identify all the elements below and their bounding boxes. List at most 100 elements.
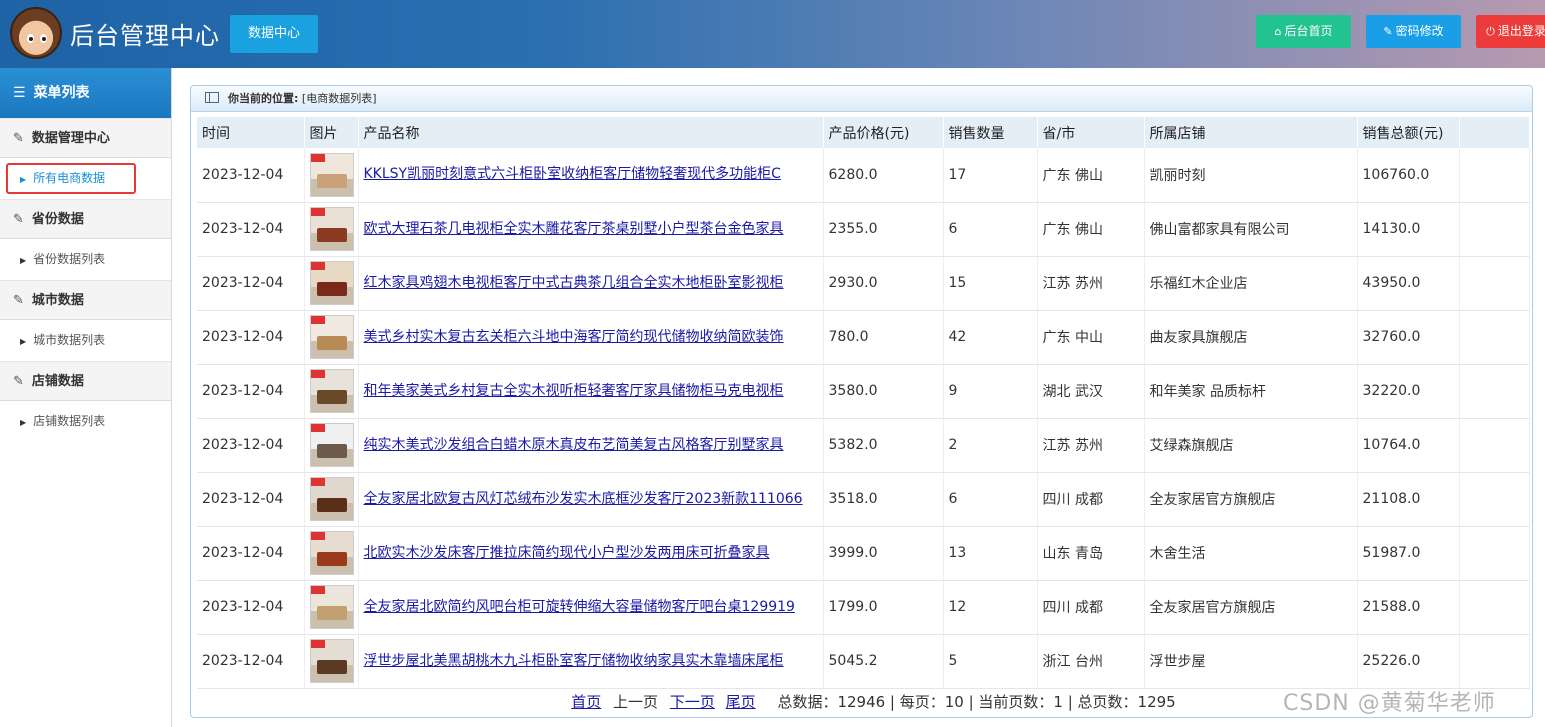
cell-name: 纯实木美式沙发组合白蜡木原木真皮布艺简美复古风格客厅别墅家具 (358, 418, 824, 473)
table-row: 2023-12-04 纯实木美式沙发组合白蜡木原木真皮布艺简美复古风格客厅别墅家具… (197, 418, 1530, 473)
next-page-link[interactable]: 下一页 (670, 693, 715, 711)
cell-time: 2023-12-04 (197, 148, 305, 203)
cell-region: 广东 中山 (1037, 310, 1145, 365)
cell-image (304, 256, 359, 311)
product-thumbnail[interactable] (309, 639, 354, 683)
cell-name: 北欧实木沙发床客厅推拉床简约现代小户型沙发两用床可折叠家具 (358, 526, 824, 581)
cell-name: 全友家居北欧简约风吧台柜可旋转伸缩大容量储物客厅吧台桌129919 (358, 580, 824, 635)
sidebar-group-province[interactable]: ✎ 省份数据 (0, 199, 171, 239)
cell-qty: 42 (943, 310, 1038, 365)
cell-price: 5045.2 (823, 634, 944, 689)
cell-shop: 和年美家 品质标杆 (1144, 364, 1358, 419)
cell-name: 和年美家美式乡村复古全实木视听柜轻奢客厅家具储物柜马克电视柜 (358, 364, 824, 419)
first-page-link[interactable]: 首页 (571, 693, 601, 711)
product-link[interactable]: KKLSY凯丽时刻意式六斗柜卧室收纳柜客厅储物轻奢现代多功能柜C (364, 164, 823, 185)
cell-qty: 15 (943, 256, 1038, 311)
cell-shop: 曲友家具旗舰店 (1144, 310, 1358, 365)
cell-region: 江苏 苏州 (1037, 256, 1145, 311)
cell-region: 广东 佛山 (1037, 148, 1145, 203)
col-total: 销售总额(元) (1357, 117, 1460, 148)
last-page-link[interactable]: 尾页 (726, 693, 756, 711)
sidebar-group-shop[interactable]: ✎ 店铺数据 (0, 361, 171, 401)
cell-name: KKLSY凯丽时刻意式六斗柜卧室收纳柜客厅储物轻奢现代多功能柜C (358, 148, 824, 203)
product-link[interactable]: 浮世步屋北美黑胡桃木九斗柜卧室客厅储物收纳家具实木靠墙床尾柜 (364, 651, 823, 672)
cell-region: 四川 成都 (1037, 472, 1145, 527)
cell-image (304, 364, 359, 419)
cell-shop: 凯丽时刻 (1144, 148, 1358, 203)
logout-button[interactable]: ⏻ 退出登录 (1476, 15, 1545, 48)
cell-price: 2930.0 (823, 256, 944, 311)
power-icon: ⏻ (1486, 25, 1495, 38)
cell-spacer (1459, 580, 1530, 635)
table-row: 2023-12-04 红木家具鸡翅木电视柜客厅中式古典茶几组合全实木地柜卧室影视柜… (197, 256, 1530, 311)
cell-qty: 6 (943, 202, 1038, 257)
home-button[interactable]: ⌂ 后台首页 (1256, 15, 1351, 48)
cell-time: 2023-12-04 (197, 202, 305, 257)
list-icon: ☰ (13, 85, 26, 101)
cell-name: 全友家居北欧复古风灯芯绒布沙发实木底框沙发客厅2023新款111066 (358, 472, 824, 527)
product-thumbnail[interactable] (309, 261, 354, 305)
product-link[interactable]: 全友家居北欧简约风吧台柜可旋转伸缩大容量储物客厅吧台桌129919 (364, 597, 823, 618)
cell-region: 四川 成都 (1037, 580, 1145, 635)
top-header: 后台管理中心 数据中心 ⌂ 后台首页 ✎ 密码修改 ⏻ 退出登录 (0, 0, 1545, 68)
product-thumbnail[interactable] (309, 315, 354, 359)
product-thumbnail[interactable] (309, 531, 354, 575)
product-thumbnail[interactable] (309, 423, 354, 467)
col-price: 产品价格(元) (823, 117, 944, 148)
cell-name: 欧式大理石茶几电视柜全实木雕花客厅茶桌别墅小户型茶台金色家具 (358, 202, 824, 257)
main-panel: 你当前的位置: [电商数据列表] 时间 图片 产品名称 产品价格(元) 销售数量… (190, 85, 1533, 718)
product-link[interactable]: 欧式大理石茶几电视柜全实木雕花客厅茶桌别墅小户型茶台金色家具 (364, 219, 823, 240)
table-header-row: 时间 图片 产品名称 产品价格(元) 销售数量 省/市 所属店铺 销售总额(元) (197, 117, 1530, 148)
cell-image (304, 418, 359, 473)
product-link[interactable]: 全友家居北欧复古风灯芯绒布沙发实木底框沙发客厅2023新款111066 (364, 489, 823, 510)
edit-icon: ✎ (13, 212, 24, 227)
col-image: 图片 (304, 117, 359, 148)
cell-price: 2355.0 (823, 202, 944, 257)
cell-shop: 佛山富都家具有限公司 (1144, 202, 1358, 257)
cell-spacer (1459, 148, 1530, 203)
cell-spacer (1459, 634, 1530, 689)
cell-spacer (1459, 526, 1530, 581)
cell-spacer (1459, 202, 1530, 257)
cell-total: 32220.0 (1357, 364, 1460, 419)
table-row: 2023-12-04 KKLSY凯丽时刻意式六斗柜卧室收纳柜客厅储物轻奢现代多功能… (197, 148, 1530, 203)
cell-spacer (1459, 364, 1530, 419)
product-thumbnail[interactable] (309, 477, 354, 521)
app-title: 后台管理中心 (70, 22, 220, 50)
sidebar-item-city-list[interactable]: ▶ 城市数据列表 (0, 320, 171, 361)
col-shop: 所属店铺 (1144, 117, 1358, 148)
cell-qty: 6 (943, 472, 1038, 527)
cell-time: 2023-12-04 (197, 364, 305, 419)
cell-total: 21108.0 (1357, 472, 1460, 527)
cell-qty: 17 (943, 148, 1038, 203)
edit-icon: ✎ (13, 293, 24, 308)
sidebar-item-shop-list[interactable]: ▶ 店铺数据列表 (0, 401, 171, 442)
cell-spacer (1459, 418, 1530, 473)
caret-right-icon: ▶ (20, 418, 27, 427)
cell-region: 浙江 台州 (1037, 634, 1145, 689)
table-row: 2023-12-04 全友家居北欧简约风吧台柜可旋转伸缩大容量储物客厅吧台桌129… (197, 580, 1530, 635)
col-time: 时间 (197, 117, 305, 148)
product-link[interactable]: 北欧实木沙发床客厅推拉床简约现代小户型沙发两用床可折叠家具 (364, 543, 823, 564)
cell-price: 6280.0 (823, 148, 944, 203)
sidebar-item-province-list[interactable]: ▶ 省份数据列表 (0, 239, 171, 280)
tab-data-center[interactable]: 数据中心 (230, 15, 318, 53)
product-thumbnail[interactable] (309, 207, 354, 251)
change-password-button[interactable]: ✎ 密码修改 (1366, 15, 1461, 48)
cell-price: 780.0 (823, 310, 944, 365)
product-thumbnail[interactable] (309, 585, 354, 629)
product-link[interactable]: 美式乡村实木复古玄关柜六斗地中海客厅简约现代储物收纳简欧装饰 (364, 327, 823, 348)
product-thumbnail[interactable] (309, 369, 354, 413)
sidebar-group-city[interactable]: ✎ 城市数据 (0, 280, 171, 320)
home-icon: ⌂ (1274, 25, 1282, 38)
product-link[interactable]: 红木家具鸡翅木电视柜客厅中式古典茶几组合全实木地柜卧室影视柜 (364, 273, 823, 294)
sidebar-group-data-management[interactable]: ✎ 数据管理中心 (0, 118, 171, 158)
cell-image (304, 580, 359, 635)
cell-qty: 2 (943, 418, 1038, 473)
cell-name: 浮世步屋北美黑胡桃木九斗柜卧室客厅储物收纳家具实木靠墙床尾柜 (358, 634, 824, 689)
cell-time: 2023-12-04 (197, 580, 305, 635)
product-link[interactable]: 和年美家美式乡村复古全实木视听柜轻奢客厅家具储物柜马克电视柜 (364, 381, 823, 402)
cell-region: 湖北 武汉 (1037, 364, 1145, 419)
product-link[interactable]: 纯实木美式沙发组合白蜡木原木真皮布艺简美复古风格客厅别墅家具 (364, 435, 823, 456)
product-thumbnail[interactable] (309, 152, 354, 197)
